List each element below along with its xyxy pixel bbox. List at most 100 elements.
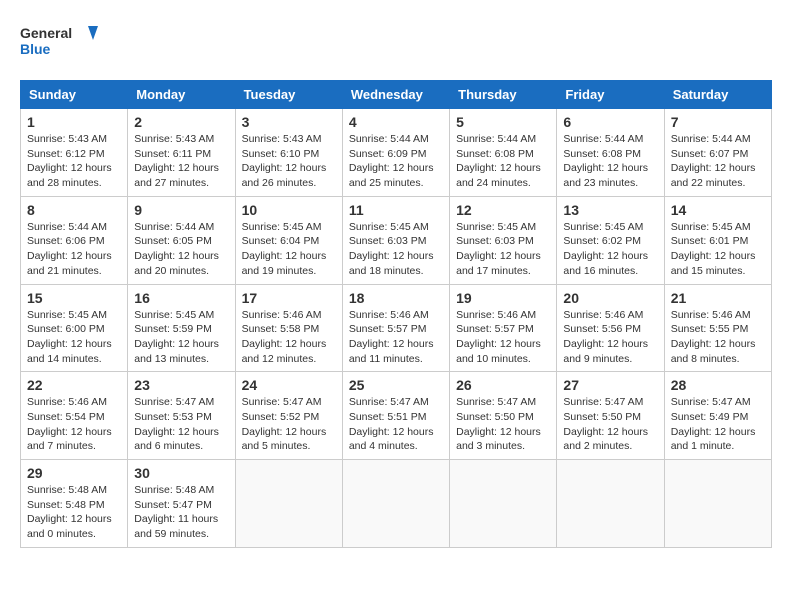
day-cell-15: 15 Sunrise: 5:45 AMSunset: 6:00 PMDaylig… [21, 284, 128, 372]
day-cell-20: 20 Sunrise: 5:46 AMSunset: 5:56 PMDaylig… [557, 284, 664, 372]
day-number: 29 [27, 465, 121, 481]
day-cell-14: 14 Sunrise: 5:45 AMSunset: 6:01 PMDaylig… [664, 196, 771, 284]
day-cell-4: 4 Sunrise: 5:44 AMSunset: 6:09 PMDayligh… [342, 109, 449, 197]
cell-text: Sunrise: 5:46 AMSunset: 5:57 PMDaylight:… [349, 309, 434, 365]
day-header-wednesday: Wednesday [342, 81, 449, 109]
cell-text: Sunrise: 5:44 AMSunset: 6:09 PMDaylight:… [349, 133, 434, 189]
cell-text: Sunrise: 5:45 AMSunset: 6:03 PMDaylight:… [349, 221, 434, 277]
day-cell-27: 27 Sunrise: 5:47 AMSunset: 5:50 PMDaylig… [557, 372, 664, 460]
day-cell-28: 28 Sunrise: 5:47 AMSunset: 5:49 PMDaylig… [664, 372, 771, 460]
day-number: 9 [134, 202, 228, 218]
svg-text:General: General [20, 25, 72, 41]
day-cell-9: 9 Sunrise: 5:44 AMSunset: 6:05 PMDayligh… [128, 196, 235, 284]
cell-text: Sunrise: 5:47 AMSunset: 5:50 PMDaylight:… [563, 396, 648, 452]
empty-cell [235, 460, 342, 548]
day-cell-29: 29 Sunrise: 5:48 AMSunset: 5:48 PMDaylig… [21, 460, 128, 548]
svg-text:Blue: Blue [20, 41, 51, 57]
cell-text: Sunrise: 5:45 AMSunset: 6:01 PMDaylight:… [671, 221, 756, 277]
cell-text: Sunrise: 5:45 AMSunset: 6:04 PMDaylight:… [242, 221, 327, 277]
cell-text: Sunrise: 5:43 AMSunset: 6:10 PMDaylight:… [242, 133, 327, 189]
day-header-monday: Monday [128, 81, 235, 109]
cell-text: Sunrise: 5:46 AMSunset: 5:55 PMDaylight:… [671, 309, 756, 365]
cell-text: Sunrise: 5:43 AMSunset: 6:11 PMDaylight:… [134, 133, 219, 189]
calendar-week-3: 15 Sunrise: 5:45 AMSunset: 6:00 PMDaylig… [21, 284, 772, 372]
day-number: 30 [134, 465, 228, 481]
cell-text: Sunrise: 5:47 AMSunset: 5:53 PMDaylight:… [134, 396, 219, 452]
day-number: 6 [563, 114, 657, 130]
day-cell-26: 26 Sunrise: 5:47 AMSunset: 5:50 PMDaylig… [450, 372, 557, 460]
day-number: 1 [27, 114, 121, 130]
cell-text: Sunrise: 5:45 AMSunset: 5:59 PMDaylight:… [134, 309, 219, 365]
day-number: 3 [242, 114, 336, 130]
empty-cell [664, 460, 771, 548]
cell-text: Sunrise: 5:48 AMSunset: 5:47 PMDaylight:… [134, 484, 218, 540]
day-number: 24 [242, 377, 336, 393]
header: General Blue [20, 20, 772, 64]
cell-text: Sunrise: 5:45 AMSunset: 6:00 PMDaylight:… [27, 309, 112, 365]
day-cell-12: 12 Sunrise: 5:45 AMSunset: 6:03 PMDaylig… [450, 196, 557, 284]
day-header-thursday: Thursday [450, 81, 557, 109]
day-number: 5 [456, 114, 550, 130]
day-number: 26 [456, 377, 550, 393]
day-number: 23 [134, 377, 228, 393]
logo: General Blue [20, 20, 100, 64]
day-number: 21 [671, 290, 765, 306]
cell-text: Sunrise: 5:47 AMSunset: 5:51 PMDaylight:… [349, 396, 434, 452]
day-cell-13: 13 Sunrise: 5:45 AMSunset: 6:02 PMDaylig… [557, 196, 664, 284]
day-number: 14 [671, 202, 765, 218]
calendar-week-1: 1 Sunrise: 5:43 AMSunset: 6:12 PMDayligh… [21, 109, 772, 197]
day-cell-23: 23 Sunrise: 5:47 AMSunset: 5:53 PMDaylig… [128, 372, 235, 460]
day-cell-7: 7 Sunrise: 5:44 AMSunset: 6:07 PMDayligh… [664, 109, 771, 197]
day-number: 18 [349, 290, 443, 306]
day-number: 7 [671, 114, 765, 130]
day-header-saturday: Saturday [664, 81, 771, 109]
day-cell-24: 24 Sunrise: 5:47 AMSunset: 5:52 PMDaylig… [235, 372, 342, 460]
cell-text: Sunrise: 5:46 AMSunset: 5:56 PMDaylight:… [563, 309, 648, 365]
cell-text: Sunrise: 5:44 AMSunset: 6:06 PMDaylight:… [27, 221, 112, 277]
cell-text: Sunrise: 5:43 AMSunset: 6:12 PMDaylight:… [27, 133, 112, 189]
day-cell-6: 6 Sunrise: 5:44 AMSunset: 6:08 PMDayligh… [557, 109, 664, 197]
day-number: 19 [456, 290, 550, 306]
cell-text: Sunrise: 5:47 AMSunset: 5:49 PMDaylight:… [671, 396, 756, 452]
day-number: 4 [349, 114, 443, 130]
day-header-row: SundayMondayTuesdayWednesdayThursdayFrid… [21, 81, 772, 109]
day-cell-16: 16 Sunrise: 5:45 AMSunset: 5:59 PMDaylig… [128, 284, 235, 372]
empty-cell [557, 460, 664, 548]
day-cell-8: 8 Sunrise: 5:44 AMSunset: 6:06 PMDayligh… [21, 196, 128, 284]
day-number: 2 [134, 114, 228, 130]
day-header-sunday: Sunday [21, 81, 128, 109]
cell-text: Sunrise: 5:44 AMSunset: 6:08 PMDaylight:… [563, 133, 648, 189]
day-cell-17: 17 Sunrise: 5:46 AMSunset: 5:58 PMDaylig… [235, 284, 342, 372]
cell-text: Sunrise: 5:47 AMSunset: 5:52 PMDaylight:… [242, 396, 327, 452]
day-number: 16 [134, 290, 228, 306]
day-header-friday: Friday [557, 81, 664, 109]
day-cell-11: 11 Sunrise: 5:45 AMSunset: 6:03 PMDaylig… [342, 196, 449, 284]
day-number: 17 [242, 290, 336, 306]
day-number: 15 [27, 290, 121, 306]
day-number: 13 [563, 202, 657, 218]
cell-text: Sunrise: 5:45 AMSunset: 6:02 PMDaylight:… [563, 221, 648, 277]
cell-text: Sunrise: 5:48 AMSunset: 5:48 PMDaylight:… [27, 484, 112, 540]
cell-text: Sunrise: 5:46 AMSunset: 5:54 PMDaylight:… [27, 396, 112, 452]
day-cell-3: 3 Sunrise: 5:43 AMSunset: 6:10 PMDayligh… [235, 109, 342, 197]
day-cell-5: 5 Sunrise: 5:44 AMSunset: 6:08 PMDayligh… [450, 109, 557, 197]
day-number: 10 [242, 202, 336, 218]
calendar-week-2: 8 Sunrise: 5:44 AMSunset: 6:06 PMDayligh… [21, 196, 772, 284]
day-number: 22 [27, 377, 121, 393]
cell-text: Sunrise: 5:47 AMSunset: 5:50 PMDaylight:… [456, 396, 541, 452]
day-number: 11 [349, 202, 443, 218]
cell-text: Sunrise: 5:44 AMSunset: 6:05 PMDaylight:… [134, 221, 219, 277]
empty-cell [342, 460, 449, 548]
day-number: 25 [349, 377, 443, 393]
cell-text: Sunrise: 5:44 AMSunset: 6:07 PMDaylight:… [671, 133, 756, 189]
day-number: 12 [456, 202, 550, 218]
day-cell-1: 1 Sunrise: 5:43 AMSunset: 6:12 PMDayligh… [21, 109, 128, 197]
day-cell-2: 2 Sunrise: 5:43 AMSunset: 6:11 PMDayligh… [128, 109, 235, 197]
calendar-week-5: 29 Sunrise: 5:48 AMSunset: 5:48 PMDaylig… [21, 460, 772, 548]
cell-text: Sunrise: 5:46 AMSunset: 5:57 PMDaylight:… [456, 309, 541, 365]
calendar-week-4: 22 Sunrise: 5:46 AMSunset: 5:54 PMDaylig… [21, 372, 772, 460]
day-cell-21: 21 Sunrise: 5:46 AMSunset: 5:55 PMDaylig… [664, 284, 771, 372]
day-number: 8 [27, 202, 121, 218]
empty-cell [450, 460, 557, 548]
cell-text: Sunrise: 5:45 AMSunset: 6:03 PMDaylight:… [456, 221, 541, 277]
